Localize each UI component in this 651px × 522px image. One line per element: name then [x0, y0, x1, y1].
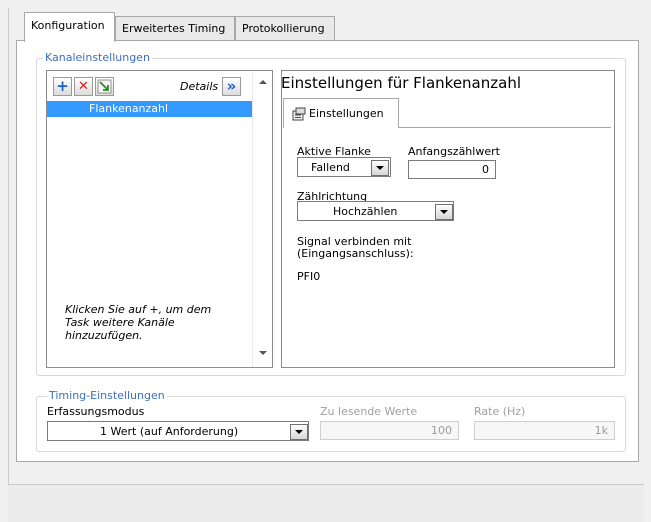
double-chevron-right-icon: » [226, 77, 237, 95]
tab-einstellungen[interactable]: Einstellungen [283, 98, 399, 128]
chevron-down-icon[interactable] [290, 424, 308, 440]
add-channel-hint: Klicken Sie auf +, um dem Task weitere K… [65, 303, 212, 342]
chevron-down-icon[interactable] [371, 160, 389, 176]
samples-to-read-label: Zu lesende Werte [320, 405, 418, 418]
timing-settings-title: Timing-Einstellungen [47, 389, 167, 402]
chevron-down-icon[interactable] [435, 204, 453, 220]
sort-channels-button[interactable] [95, 77, 114, 96]
count-direction-select[interactable]: Hochzählen [297, 201, 454, 221]
bottom-bar [8, 484, 644, 522]
details-toggle-button[interactable]: » [222, 77, 241, 96]
acquisition-mode-value: 1 Wert (auf Anforderung) [100, 425, 239, 438]
channel-settings-title: Kanaleinstellungen [43, 51, 152, 64]
acquisition-mode-label: Erfassungsmodus [47, 405, 145, 418]
initial-count-label: Anfangszählwert [408, 145, 500, 158]
rate-input[interactable]: 1k [474, 421, 615, 440]
scroll-down-arrow-icon[interactable] [259, 351, 267, 355]
remove-channel-button[interactable]: ✕ [74, 77, 93, 96]
plus-icon: + [56, 77, 69, 95]
signal-connect-label: Signal verbinden mit (Eingangsanschluss)… [297, 235, 414, 260]
settings-icon [292, 107, 306, 121]
tab-protokollierung[interactable]: Protokollierung [235, 16, 335, 41]
scroll-up-arrow-icon[interactable] [259, 80, 267, 84]
channel-list-scrollbar[interactable] [252, 71, 272, 367]
channel-name: Flankenanzahl [89, 102, 169, 115]
settings-tab-label: Einstellungen [309, 107, 384, 120]
active-edge-value: Fallend [311, 161, 350, 174]
active-edge-select[interactable]: Fallend [297, 157, 391, 177]
close-icon: ✕ [78, 79, 89, 94]
samples-to-read-input[interactable]: 100 [320, 421, 459, 440]
sort-arrow-icon [97, 79, 112, 94]
add-channel-button[interactable]: + [53, 77, 72, 96]
acquisition-mode-select[interactable]: 1 Wert (auf Anforderung) [47, 421, 309, 441]
tab-konfiguration[interactable]: Konfiguration [24, 12, 115, 42]
count-direction-value: Hochzählen [333, 205, 398, 218]
rate-label: Rate (Hz) [474, 405, 526, 418]
initial-count-input[interactable]: 0 [408, 160, 496, 179]
settings-title: Einstellungen für Flankenanzahl [281, 74, 521, 92]
details-label: Details [180, 80, 219, 93]
signal-terminal-value: PFI0 [297, 270, 321, 283]
channel-list-item[interactable]: Flankenanzahl [47, 101, 252, 117]
tab-erweitertes-timing[interactable]: Erweitertes Timing [115, 16, 235, 41]
